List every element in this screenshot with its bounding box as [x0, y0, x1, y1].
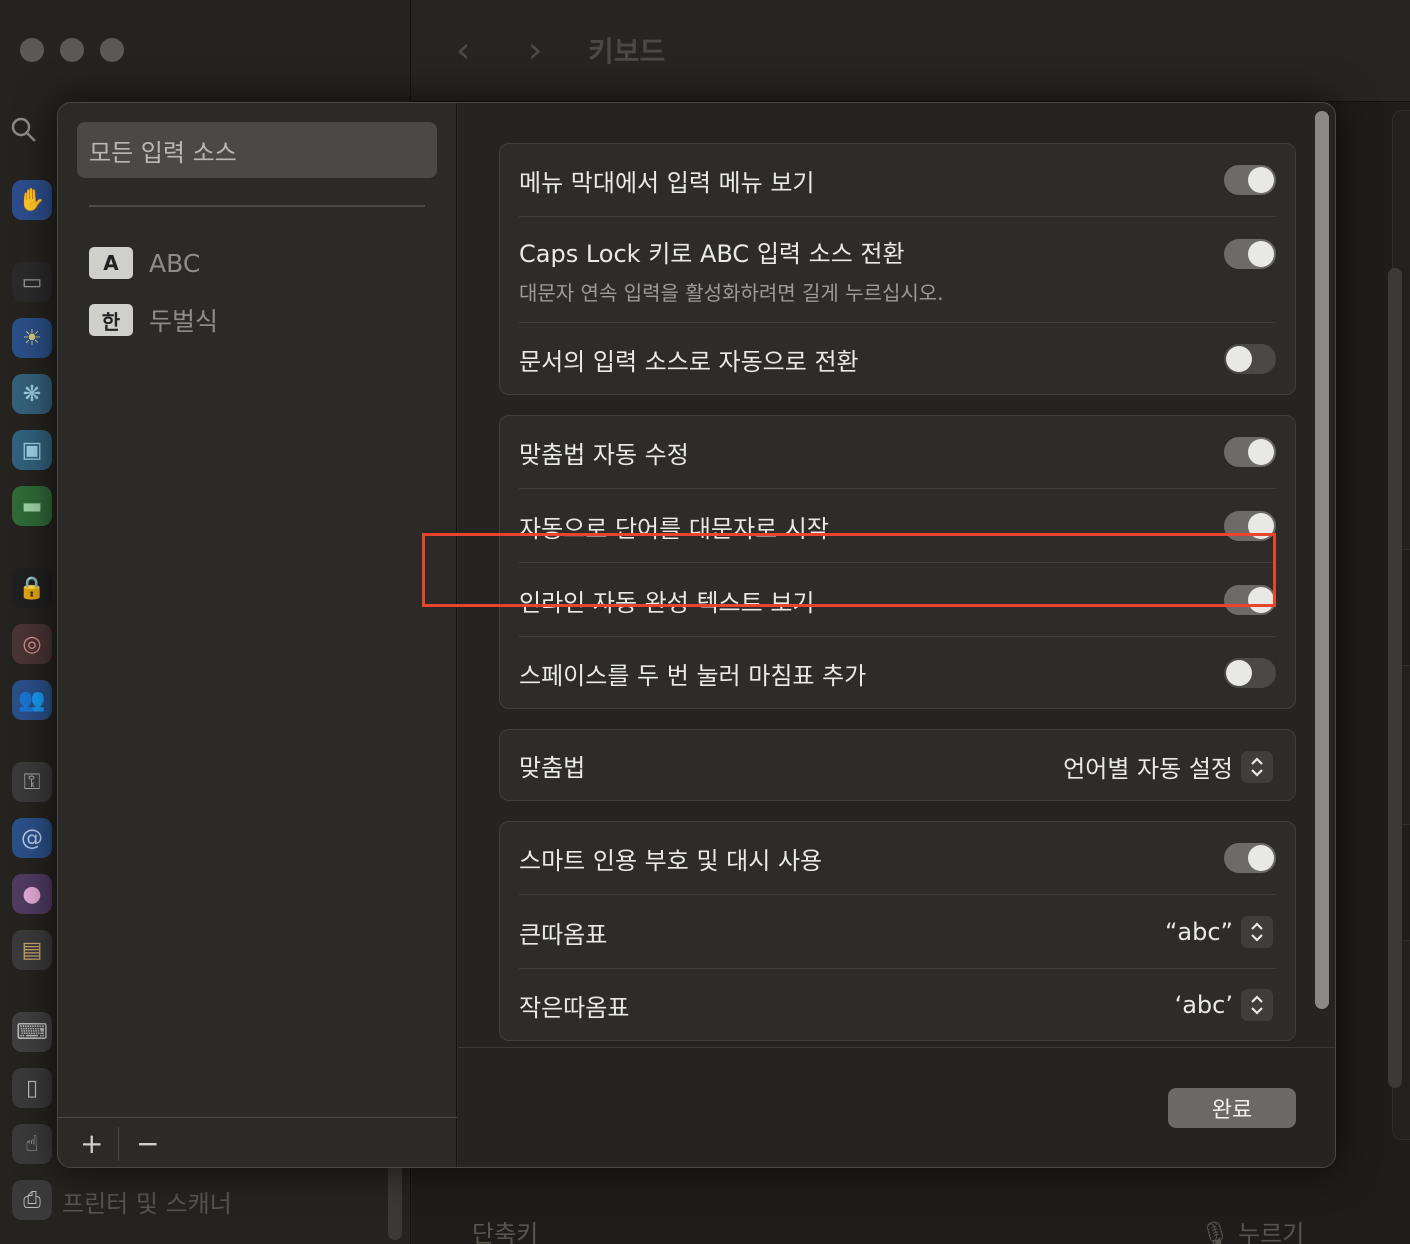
done-button[interactable]: 완료 [1168, 1088, 1296, 1128]
setting-row: 메뉴 막대에서 입력 메뉴 보기 [519, 144, 1276, 216]
auto-switch-input-source-label: 문서의 입력 소스로 자동으로 전환 [519, 347, 859, 376]
setting-row: 작은따옴표 [519, 969, 1276, 1041]
show-input-menu-toggle[interactable] [1224, 165, 1276, 195]
double-quotes-label: 큰따옴표 [519, 920, 608, 949]
toggle-knob [1248, 241, 1274, 267]
spelling-language-select[interactable]: 언어별 자동 설정 [1063, 749, 1273, 784]
auto-correct-spelling-label: 맞춤법 자동 수정 [519, 440, 689, 469]
input-source-label: 두벌식 [149, 307, 219, 336]
hangul-badge-icon: 한 [89, 304, 133, 336]
single-quotes-select[interactable]: ‘abc’ [1175, 989, 1273, 1021]
toggle-knob [1226, 346, 1252, 372]
divider [58, 1117, 457, 1118]
screensaver-icon[interactable]: ❋ [12, 374, 52, 414]
spelling-language-group: 맞춤법 언어별 자동 설정 [499, 729, 1296, 801]
spelling-language-value: 언어별 자동 설정 [1063, 755, 1233, 783]
trackpad-icon[interactable]: ☝ [12, 1124, 52, 1164]
users-icon[interactable]: 👥 [12, 680, 52, 720]
toggle-knob [1248, 167, 1274, 193]
toggle-knob [1248, 845, 1274, 871]
wallpaper-icon[interactable]: ▣ [12, 430, 52, 470]
mouse-icon[interactable]: ▯ [12, 1068, 52, 1108]
divider [89, 205, 425, 207]
sidebar-item-printers-label[interactable]: 프린터 및 스캐너 [62, 1184, 232, 1219]
passwords-icon[interactable]: ⚿ [12, 762, 52, 802]
toggle-knob [1248, 439, 1274, 465]
touch-id-icon[interactable]: ◎ [12, 624, 52, 664]
battery-icon[interactable]: ▬ [12, 486, 52, 526]
display-icon[interactable]: ▭ [12, 262, 52, 302]
single-quotes-value: ‘abc’ [1174, 991, 1233, 1019]
wallet-icon[interactable]: ▤ [12, 930, 52, 970]
toggle-knob [1226, 660, 1252, 686]
input-source-dubeolsik[interactable]: 한 두벌식 [89, 302, 218, 338]
minimize-window-button[interactable] [60, 38, 84, 62]
single-quotes-label: 작은따옴표 [519, 993, 630, 1022]
close-window-button[interactable] [20, 38, 44, 62]
double-space-period-toggle[interactable] [1224, 658, 1276, 688]
forward-button[interactable]: › [528, 30, 542, 71]
setting-row: 스마트 인용 부호 및 대시 사용 [519, 822, 1276, 894]
double-space-period-label: 스페이스를 두 번 눌러 마침표 추가 [519, 661, 867, 690]
caps-lock-switch-label: Caps Lock 키로 ABC 입력 소스 전환 [519, 240, 905, 268]
printer-icon[interactable]: ⎙ [12, 1180, 52, 1220]
window-toolbar: ‹ › [412, 0, 1410, 102]
internet-accounts-icon[interactable]: @ [12, 818, 52, 858]
auto-correct-spelling-toggle[interactable] [1224, 437, 1276, 467]
back-button[interactable]: ‹ [456, 30, 470, 71]
setting-row: 맞춤법 자동 수정 [519, 416, 1276, 488]
divider [118, 1127, 119, 1161]
setting-row: 큰따옴표 [519, 895, 1276, 969]
shortcut-label: 단축키 [472, 1220, 539, 1244]
zoom-window-button[interactable] [100, 38, 124, 62]
abc-badge-icon: A [89, 247, 133, 279]
input-sources-list-panel: 모든 입력 소스 A ABC 한 두벌식 + − [58, 103, 457, 1167]
input-source-label: ABC [149, 248, 201, 278]
caps-lock-switch-toggle[interactable] [1224, 239, 1276, 269]
input-sources-sheet: 모든 입력 소스 A ABC 한 두벌식 + − 메뉴 막대에서 입력 메뉴 보… [57, 102, 1336, 1168]
press-value: 누르기 [1238, 1220, 1305, 1244]
caps-lock-switch-description: 대문자 연속 입력을 활성화하려면 길게 누르십시오. [519, 281, 944, 305]
chevron-up-down-icon [1241, 750, 1273, 783]
input-settings-panel: 메뉴 막대에서 입력 메뉴 보기 Caps Lock 키로 ABC 입력 소스 … [458, 103, 1335, 1167]
add-input-source-button[interactable]: + [80, 1127, 103, 1160]
press-label[interactable]: 🎙 누르기 [1200, 1214, 1304, 1244]
show-input-menu-label: 메뉴 막대에서 입력 메뉴 보기 [519, 168, 815, 197]
remove-input-source-button[interactable]: − [136, 1127, 159, 1160]
lock-screen-icon[interactable]: 🔒 [12, 568, 52, 608]
setting-row: 문서의 입력 소스로 자동으로 전환 [519, 323, 1276, 395]
all-input-sources-item[interactable]: 모든 입력 소스 [77, 122, 437, 178]
setting-row: 스페이스를 두 번 눌러 마침표 추가 [519, 637, 1276, 709]
game-center-icon[interactable]: ● [12, 874, 52, 914]
smart-quotes-toggle[interactable] [1224, 843, 1276, 873]
double-quotes-select[interactable]: “abc” [1165, 916, 1273, 948]
double-quotes-value: “abc” [1164, 918, 1233, 946]
search-icon[interactable] [10, 116, 38, 151]
spelling-label: 맞춤법 [519, 753, 586, 782]
keyboard-icon[interactable]: ⌨ [12, 1012, 52, 1052]
divider [458, 1047, 1335, 1048]
chevron-up-down-icon [1241, 989, 1273, 1021]
input-source-abc[interactable]: A ABC [89, 247, 200, 279]
main-scrollbar[interactable] [1388, 268, 1402, 1088]
smart-quotes-group: 스마트 인용 부호 및 대시 사용 큰따옴표 “abc” 작은따옴표 ‘abc’ [499, 821, 1296, 1041]
setting-row: Caps Lock 키로 ABC 입력 소스 전환 대문자 연속 입력을 활성화… [519, 217, 1276, 323]
auto-switch-input-source-toggle[interactable] [1224, 344, 1276, 374]
smart-quotes-label: 스마트 인용 부호 및 대시 사용 [519, 846, 823, 875]
settings-scrollbar[interactable] [1315, 111, 1329, 1009]
chevron-up-down-icon [1241, 916, 1273, 948]
hand-icon[interactable]: ✋ [12, 180, 52, 220]
brightness-icon[interactable]: ☀ [12, 318, 52, 358]
window-title: 키보드 [588, 35, 666, 68]
highlight-box [422, 533, 1276, 607]
input-menu-settings-group: 메뉴 막대에서 입력 메뉴 보기 Caps Lock 키로 ABC 입력 소스 … [499, 143, 1296, 395]
